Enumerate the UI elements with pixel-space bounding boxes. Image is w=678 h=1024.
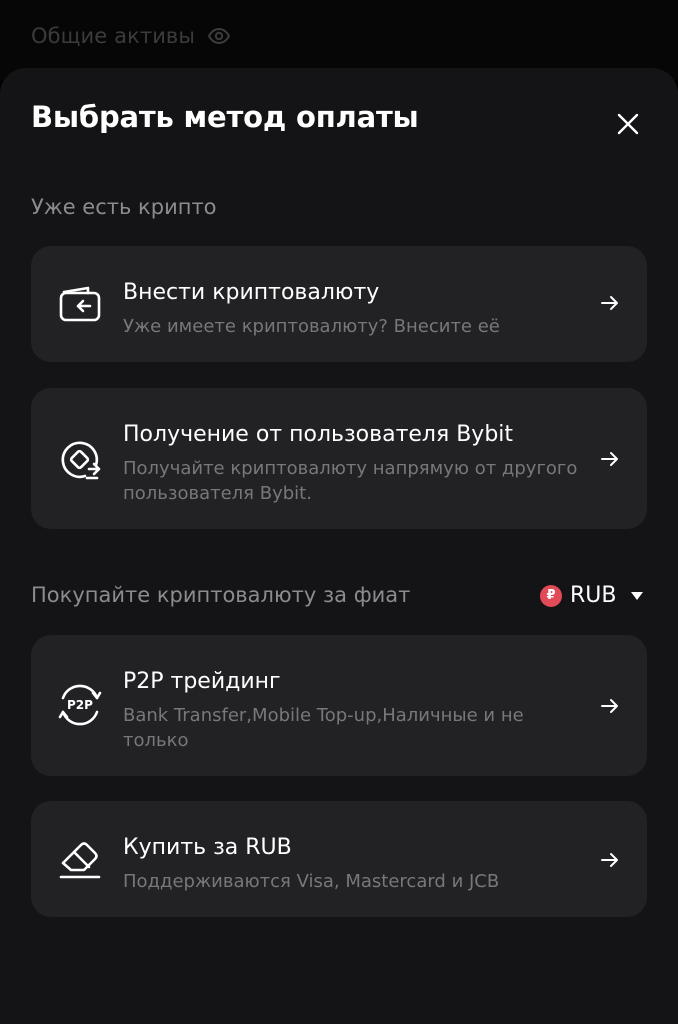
payment-method-sheet: Выбрать метод оплаты Уже есть крипто Вне… (0, 68, 678, 1024)
option-p2p-trading[interactable]: P2P P2P трейдинг Bank Transfer,Mobile To… (31, 635, 647, 776)
arrow-right-icon (599, 695, 621, 717)
wallet-deposit-icon (57, 281, 103, 327)
currency-selector[interactable]: ₽ RUB (540, 583, 644, 608)
option-subtitle: Получайте криптовалюту напрямую от друго… (123, 458, 578, 504)
p2p-icon-label: P2P (67, 698, 93, 712)
caret-down-icon (631, 591, 644, 600)
ruble-icon: ₽ (540, 584, 562, 607)
currency-code: RUB (570, 583, 617, 608)
section-label-crypto: Уже есть крипто (31, 195, 217, 219)
total-assets-label: Общие активы (31, 24, 196, 48)
section-label-fiat: Покупайте криптовалюту за фиат (31, 583, 411, 607)
arrow-right-icon (599, 448, 621, 470)
total-assets-header: Общие активы (31, 24, 231, 48)
close-icon (617, 113, 639, 135)
p2p-icon: P2P (57, 682, 103, 728)
option-receive-from-user[interactable]: Получение от пользователя Bybit Получайт… (31, 388, 647, 529)
close-button[interactable] (606, 102, 650, 146)
option-subtitle: Bank Transfer,Mobile Top-up,Наличные и н… (123, 705, 524, 751)
option-title: Купить за RUB (123, 835, 292, 860)
option-subtitle: Уже имеете криптовалюту? Внесите её (123, 316, 500, 337)
user-transfer-icon (57, 437, 103, 483)
option-subtitle: Поддерживаются Visa, Mastercard и JCB (123, 871, 500, 892)
option-title: P2P трейдинг (123, 669, 281, 694)
option-buy-with-rub[interactable]: Купить за RUB Поддерживаются Visa, Maste… (31, 801, 647, 917)
eye-icon[interactable] (207, 24, 231, 48)
card-buy-icon (57, 836, 103, 882)
option-title: Получение от пользователя Bybit (123, 422, 514, 447)
arrow-right-icon (599, 849, 621, 871)
sheet-title: Выбрать метод оплаты (31, 100, 419, 134)
arrow-right-icon (599, 292, 621, 314)
option-deposit-crypto[interactable]: Внести криптовалюту Уже имеете криптовал… (31, 246, 647, 362)
option-title: Внести криптовалюту (123, 280, 380, 305)
